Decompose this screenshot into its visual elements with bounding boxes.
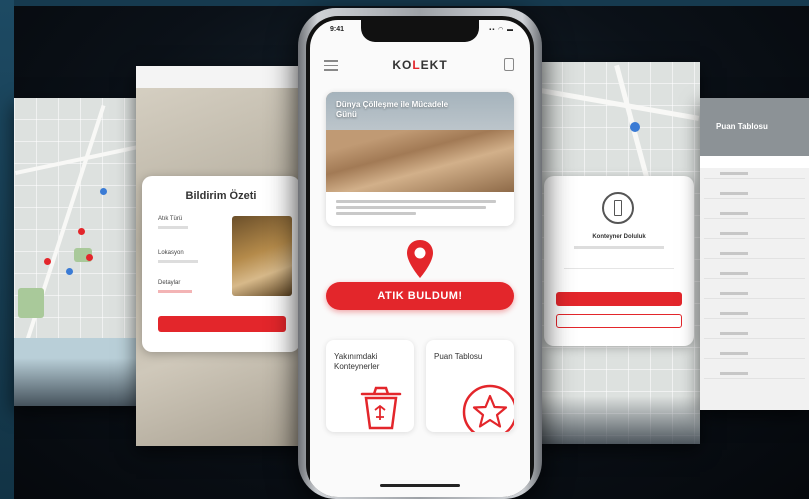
news-title: Dünya Çölleşme ile Mücadele Günü	[336, 100, 449, 119]
card-subtext	[574, 246, 664, 249]
news-description	[336, 200, 496, 203]
news-description	[336, 206, 486, 209]
phone-device: 9:41 ▪▪ ◠ ▬ KOLEKT Dünya Çölleşme ile Mü…	[298, 8, 542, 499]
phone-bezel: 9:41 ▪▪ ◠ ▬ KOLEKT Dünya Çölleşme ile Mü…	[306, 16, 534, 497]
field-value-placeholder	[158, 260, 198, 263]
logo-accent: L	[412, 58, 421, 72]
carousel-dot[interactable]	[435, 193, 440, 197]
table-row	[704, 358, 805, 359]
carousel-dot[interactable]	[400, 193, 405, 197]
table-row	[720, 272, 748, 275]
map-pin-icon[interactable]	[78, 228, 85, 235]
table-row	[720, 312, 748, 315]
news-carousel-card[interactable]: Dünya Çölleşme ile Mücadele Günü	[326, 92, 514, 226]
star-icon	[462, 384, 514, 432]
map-pin-icon[interactable]	[630, 122, 640, 132]
container-card: Konteyner Doluluk	[544, 176, 694, 346]
field-value-placeholder	[158, 226, 188, 229]
home-indicator[interactable]	[380, 484, 460, 487]
table-row	[704, 218, 805, 219]
logo-text: KO	[392, 58, 413, 72]
app-logo: KOLEKT	[310, 58, 530, 72]
table-row	[720, 192, 748, 195]
left-edge-band	[0, 0, 14, 499]
phone-notch	[361, 20, 479, 42]
table-row	[720, 332, 748, 335]
map-park	[18, 288, 44, 318]
leaderboard-title: Puan Tablosu	[716, 122, 768, 131]
secondary-action-button[interactable]	[556, 314, 682, 328]
table-row	[720, 292, 748, 295]
status-time: 9:41	[330, 26, 345, 33]
document-icon[interactable]	[504, 58, 514, 71]
report-waste-button[interactable]: ATIK BULDUM!	[326, 282, 514, 310]
container-icon	[602, 192, 634, 224]
tile-label: Yakınımdaki Konteynerler	[334, 352, 380, 371]
table-row	[720, 232, 748, 235]
news-description	[336, 212, 416, 215]
table-row	[720, 352, 748, 355]
table-row	[720, 252, 748, 255]
leaderboard-screen: Puan Tablosu	[700, 98, 809, 410]
table-row	[704, 278, 805, 279]
carousel-dot[interactable]	[412, 193, 417, 197]
table-row	[704, 318, 805, 319]
table-row	[704, 198, 805, 199]
field-label: Lokasyon	[158, 250, 184, 256]
top-bar	[136, 66, 306, 88]
field-label: Atık Türü	[158, 216, 183, 222]
top-edge	[0, 0, 809, 6]
map-overlay	[540, 396, 700, 444]
map-pin-icon[interactable]	[44, 258, 51, 265]
leaderboard-tabs[interactable]	[700, 156, 809, 168]
tile-label: Puan Tablosu	[434, 352, 483, 361]
trash-bin-icon	[360, 386, 402, 430]
status-icons: ▪▪ ◠ ▬	[489, 27, 514, 33]
table-row	[704, 258, 805, 259]
nearby-containers-tile[interactable]: Yakınımdaki Konteynerler	[326, 340, 414, 432]
leaderboard-header: Puan Tablosu	[700, 98, 809, 156]
divider	[564, 268, 674, 269]
map-pin-icon[interactable]	[100, 188, 107, 195]
submit-button[interactable]	[158, 316, 286, 332]
map-pin-icon[interactable]	[66, 268, 73, 275]
table-row	[704, 298, 805, 299]
table-row	[720, 372, 748, 375]
primary-action-button[interactable]	[556, 292, 682, 306]
map-pin-icon[interactable]	[86, 254, 93, 261]
table-row	[704, 338, 805, 339]
field-label: Detaylar	[158, 280, 181, 286]
table-row	[704, 178, 805, 179]
location-pin-icon	[407, 240, 433, 278]
carousel-dot[interactable]	[423, 193, 428, 197]
container-map-screen: Konteyner Doluluk	[540, 62, 700, 444]
summary-card: Bildirim Özeti Atık Türü Lokasyon Detayl…	[142, 176, 300, 352]
table-row	[704, 238, 805, 239]
report-summary-screen: Bildirim Özeti Atık Türü Lokasyon Detayl…	[136, 66, 306, 446]
table-row	[720, 172, 748, 175]
logo-text: EKT	[420, 58, 448, 72]
table-row	[704, 378, 805, 379]
summary-card-title: Bildirim Özeti	[185, 190, 257, 202]
map-screen-left	[14, 98, 140, 406]
phone-screen: 9:41 ▪▪ ◠ ▬ KOLEKT Dünya Çölleşme ile Mü…	[310, 20, 530, 497]
waste-photo	[232, 216, 292, 296]
container-card-title: Konteyner Doluluk	[592, 234, 646, 240]
table-row	[720, 212, 748, 215]
leaderboard-tile[interactable]: Puan Tablosu	[426, 340, 514, 432]
map-overlay	[14, 358, 140, 406]
field-value-placeholder	[158, 290, 192, 293]
